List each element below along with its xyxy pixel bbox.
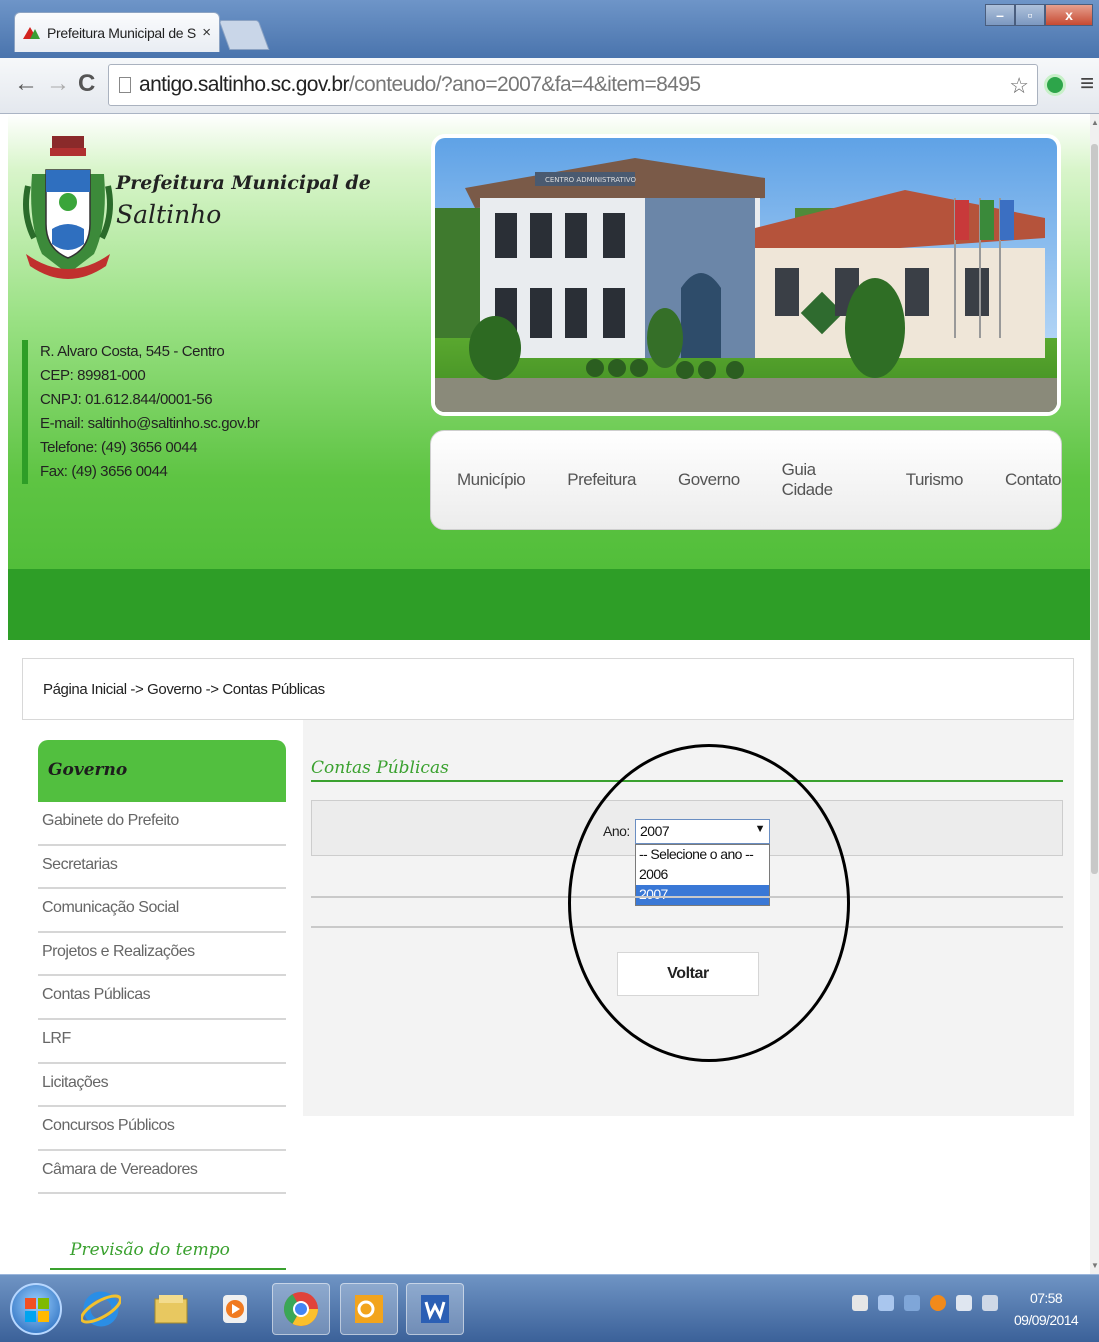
divider-line [311, 896, 1063, 898]
contact-cep: CEP: 89981-000 [40, 367, 146, 384]
org-prefix: Prefeitura Municipal de [116, 172, 371, 194]
extension-icon[interactable] [1044, 74, 1066, 96]
breadcrumb[interactable]: Página Inicial -> Governo -> Contas Públ… [22, 658, 1074, 720]
browser-menu-icon[interactable]: ≡ [1080, 70, 1094, 98]
tab-close-icon[interactable]: × [202, 24, 211, 41]
system-tray [852, 1295, 998, 1311]
contact-fax: Fax: (49) 3656 0044 [40, 463, 168, 480]
weather-title: Previsão do tempo [50, 1234, 286, 1271]
building-photo: CENTRO ADMINISTRATIVO [431, 134, 1061, 416]
green-band [8, 569, 1090, 640]
tab-title: Prefeitura Municipal de Sa [47, 24, 197, 41]
contact-email: E-mail: saltinho@saltinho.sc.gov.br [40, 415, 260, 432]
title-divider [311, 780, 1063, 782]
back-arrow-icon[interactable]: ← [14, 70, 38, 98]
browser-toolbar: ← → C antigo.saltinho.sc.gov.br/conteudo… [0, 58, 1099, 114]
sidebar-item-licitacoes[interactable]: Licitações [38, 1064, 286, 1108]
menu-item-municipio[interactable]: Município [457, 470, 526, 490]
page-icon [119, 77, 131, 93]
scroll-up-icon[interactable]: ▲ [1091, 118, 1099, 127]
close-window-button[interactable]: x [1045, 4, 1093, 26]
contact-info: R. Alvaro Costa, 545 - Centro CEP: 89981… [22, 340, 260, 484]
main-menu: Município Prefeitura Governo Guia Cidade… [430, 430, 1062, 530]
chevron-down-icon: ▼ [754, 823, 766, 835]
taskbar: 07:58 09/09/2014 [0, 1274, 1099, 1342]
contact-cnpj: CNPJ: 01.612.844/0001-56 [40, 391, 213, 408]
taskbar-chrome-icon[interactable] [272, 1283, 330, 1335]
content-area: Contas Públicas Ano: 2007 ▼ -- Selecione… [303, 720, 1074, 1116]
taskbar-explorer-icon[interactable] [142, 1283, 200, 1335]
taskbar-outlook-icon[interactable] [340, 1283, 398, 1335]
browser-titlebar: Prefeitura Municipal de Sa × – ▫ x [0, 0, 1099, 58]
menu-item-prefeitura[interactable]: Prefeitura [567, 470, 636, 490]
web-page: Prefeitura Municipal de Saltinho R. Alva… [8, 114, 1090, 1274]
volume-icon[interactable] [852, 1295, 868, 1311]
sidebar-item-lrf[interactable]: LRF [38, 1020, 286, 1064]
taskbar-ie-icon[interactable] [72, 1283, 130, 1335]
year-select-value: 2007 [640, 823, 670, 839]
menu-item-governo[interactable]: Governo [678, 470, 740, 490]
year-select[interactable]: 2007 ▼ [635, 819, 770, 844]
bookmark-star-icon[interactable]: ☆ [1009, 73, 1029, 99]
action-center-flag-icon[interactable] [956, 1295, 972, 1311]
new-tab-button[interactable] [218, 20, 270, 50]
taskbar-word-icon[interactable] [406, 1283, 464, 1335]
sidebar-item-camara[interactable]: Câmara de Vereadores [38, 1151, 286, 1195]
content-title: Contas Públicas [311, 758, 449, 778]
menu-item-turismo[interactable]: Turismo [906, 470, 964, 490]
coat-of-arms-icon [23, 136, 113, 279]
year-option-2007[interactable]: 2007 [636, 885, 769, 905]
building-sign: CENTRO ADMINISTRATIVO [545, 176, 637, 184]
taskbar-clock[interactable]: 07:58 09/09/2014 [1014, 1287, 1079, 1331]
contact-address: R. Alvaro Costa, 545 - Centro [40, 343, 225, 360]
taskbar-media-player-icon[interactable] [206, 1283, 264, 1335]
scroll-down-icon[interactable]: ▼ [1091, 1261, 1099, 1270]
url-path: /conteudo/?ano=2007&fa=4&item=8495 [348, 73, 701, 96]
year-option-2006[interactable]: 2006 [636, 865, 769, 885]
sidebar-item-contas-publicas[interactable]: Contas Públicas [38, 976, 286, 1020]
sidebar: Governo Gabinete do Prefeito Secretarias… [38, 740, 286, 1271]
divider-line [311, 926, 1063, 928]
org-name: Saltinho [116, 200, 222, 229]
site-favicon-icon [23, 26, 41, 39]
year-label: Ano: [603, 823, 630, 839]
sidebar-item-concursos[interactable]: Concursos Públicos [38, 1107, 286, 1151]
clock-date: 09/09/2014 [1014, 1312, 1079, 1328]
battery-icon[interactable] [982, 1295, 998, 1311]
forward-arrow-icon[interactable]: → [46, 70, 70, 98]
browser-tab[interactable]: Prefeitura Municipal de Sa × [14, 12, 220, 52]
page-scrollbar[interactable]: ▲ ▼ [1090, 114, 1099, 1274]
start-button[interactable] [10, 1283, 62, 1335]
site-header: Prefeitura Municipal de Saltinho R. Alva… [8, 114, 1090, 569]
url-host: antigo.saltinho.sc.gov.br [139, 73, 350, 96]
back-button[interactable]: Voltar [617, 952, 759, 996]
maximize-button[interactable]: ▫ [1015, 4, 1045, 26]
windows-logo-icon [25, 1298, 49, 1322]
sidebar-item-gabinete[interactable]: Gabinete do Prefeito [38, 802, 286, 846]
network-icon[interactable] [878, 1295, 894, 1311]
reload-icon[interactable]: C [78, 70, 95, 98]
window-controls: – ▫ x [985, 4, 1093, 26]
year-option-placeholder[interactable]: -- Selecione o ano -- [636, 845, 769, 865]
update-icon[interactable] [930, 1295, 946, 1311]
sidebar-heading: Governo [38, 740, 286, 802]
address-bar[interactable]: antigo.saltinho.sc.gov.br/conteudo/?ano=… [108, 64, 1038, 106]
scroll-thumb[interactable] [1091, 144, 1098, 874]
sidebar-item-secretarias[interactable]: Secretarias [38, 846, 286, 890]
menu-item-contato[interactable]: Contato [1005, 470, 1062, 490]
minimize-button[interactable]: – [985, 4, 1015, 26]
contact-phone: Telefone: (49) 3656 0044 [40, 439, 198, 456]
sidebar-item-comunicacao[interactable]: Comunicação Social [38, 889, 286, 933]
display-icon[interactable] [904, 1295, 920, 1311]
sidebar-item-projetos[interactable]: Projetos e Realizações [38, 933, 286, 977]
menu-item-guia-cidade[interactable]: Guia Cidade [782, 460, 864, 500]
clock-time: 07:58 [1030, 1290, 1063, 1306]
